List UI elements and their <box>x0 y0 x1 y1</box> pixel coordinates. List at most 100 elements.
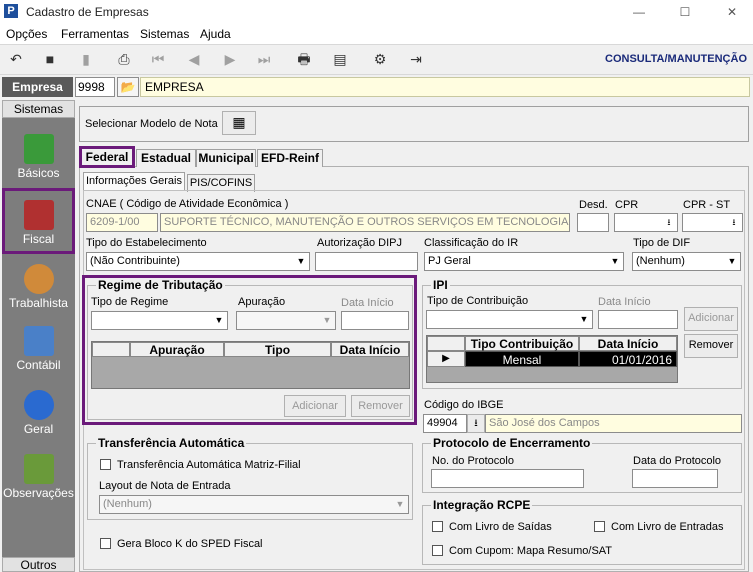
sidebar-item-label: Geral <box>23 422 54 436</box>
menu-sistemas[interactable]: Sistemas <box>140 27 189 41</box>
sidebar-footer[interactable]: Outros <box>2 557 75 572</box>
tipo-estabelecimento-select[interactable]: (Não Contribuinte) ▼ <box>86 252 310 271</box>
ibge-lookup-icon[interactable]: ⭳ <box>467 414 485 433</box>
sidebar-header[interactable]: Sistemas <box>2 100 75 118</box>
protocolo-num-field[interactable] <box>431 469 584 488</box>
cupom-label: Com Cupom: Mapa Resumo/SAT <box>449 545 613 557</box>
sidebar-item-label: Fiscal <box>22 232 55 246</box>
tab-estadual[interactable]: Estadual <box>136 149 196 167</box>
regime-data-inicio-field[interactable] <box>341 311 409 330</box>
tools-icon[interactable]: ⚙ <box>368 48 392 70</box>
preview-icon[interactable]: ⎙ <box>112 48 136 70</box>
tab-federal[interactable]: Federal <box>79 146 135 168</box>
ipi-grid-indicator-header <box>427 336 465 351</box>
bloco-k-checkbox[interactable] <box>100 538 111 549</box>
livro-saidas-label: Com Livro de Saídas <box>449 521 552 533</box>
sidebar-item-geral[interactable]: Geral <box>2 378 75 438</box>
sidebar-item-basicos[interactable]: Básicos <box>2 122 75 182</box>
chevron-down-icon[interactable]: ▼ <box>724 253 740 270</box>
protocolo-title: Protocolo de Encerramento <box>431 436 593 450</box>
fiscal-icon <box>23 200 54 230</box>
tab-efd-reinf[interactable]: EFD-Reinf <box>257 149 323 167</box>
cpr-st-dropdown-icon[interactable]: ⭳ <box>726 214 742 231</box>
first-record-icon[interactable]: ⏮ <box>146 48 170 70</box>
ipi-data-inicio-field[interactable] <box>598 310 678 329</box>
chevron-down-icon[interactable]: ▼ <box>293 253 309 270</box>
maximize-button[interactable]: ☐ <box>670 3 700 21</box>
menu-ajuda[interactable]: Ajuda <box>200 27 231 41</box>
save-icon[interactable]: ■ <box>38 48 62 70</box>
regime-remove-button[interactable]: Remover <box>351 395 410 417</box>
protocolo-data-field[interactable] <box>632 469 718 488</box>
tipo-dif-label: Tipo de DIF <box>633 237 691 249</box>
menu-ferramentas[interactable]: Ferramentas <box>61 27 129 41</box>
cnae-code-field[interactable]: 6209-1/00 <box>86 213 158 232</box>
sidebar-item-label: Básicos <box>17 166 60 180</box>
close-button[interactable]: ✕ <box>717 3 747 21</box>
cnae-label: CNAE ( Código de Atividade Econômica ) <box>86 198 289 210</box>
rcpe-title: Integração RCPE <box>431 498 533 512</box>
tab-municipal[interactable]: Municipal <box>196 149 256 167</box>
ipi-row-data[interactable]: 01/01/2016 <box>579 351 677 367</box>
sidebar-item-fiscal[interactable]: Fiscal <box>2 188 75 254</box>
last-record-icon[interactable]: ⏭ <box>252 48 276 70</box>
open-folder-icon[interactable]: 📂 <box>117 77 139 97</box>
ipi-row-tipo[interactable]: Mensal <box>465 351 579 367</box>
company-code-field[interactable]: 9998 <box>75 77 115 97</box>
ipi-add-button[interactable]: Adicionar <box>684 307 738 331</box>
layout-nota-select[interactable]: (Nenhum) ▼ <box>99 495 409 514</box>
report-icon[interactable]: ▤ <box>328 48 352 70</box>
menu-opcoes[interactable]: Opções <box>6 27 47 41</box>
document-icon[interactable]: ▮ <box>74 48 98 70</box>
apuracao-select[interactable]: ▼ <box>236 311 336 330</box>
next-record-icon[interactable]: ▶ <box>218 48 242 70</box>
tipo-contribuicao-select[interactable]: ▼ <box>426 310 593 329</box>
ipi-remove-button[interactable]: Remover <box>684 334 738 358</box>
window-title: Cadastro de Empresas <box>26 5 149 19</box>
subtab-informacoes-gerais[interactable]: Informações Gerais <box>83 172 185 190</box>
undo-icon[interactable]: ↶ <box>4 48 28 70</box>
chevron-down-icon[interactable]: ▼ <box>392 496 408 513</box>
ipi-col-data-inicio: Data Início <box>579 336 677 351</box>
tipo-dif-value: (Nenhum) <box>636 255 685 267</box>
cpr-st-field[interactable]: ⭳ <box>682 213 743 232</box>
chevron-down-icon[interactable]: ▼ <box>319 312 335 329</box>
cpr-dropdown-icon[interactable]: ⭳ <box>661 214 677 231</box>
tipo-dif-select[interactable]: (Nenhum) ▼ <box>632 252 741 271</box>
cpr-label: CPR <box>615 199 639 211</box>
livro-saidas-checkbox[interactable] <box>432 521 443 532</box>
regime-title: Regime de Tributação <box>96 278 225 292</box>
classificacao-ir-select[interactable]: PJ Geral ▼ <box>424 252 624 271</box>
sidebar-item-observacoes[interactable]: Observações <box>2 442 75 502</box>
protocolo-num-label: No. do Protocolo <box>432 455 514 467</box>
tipo-regime-select[interactable]: ▼ <box>91 311 228 330</box>
chevron-down-icon[interactable]: ▼ <box>211 312 227 329</box>
previous-record-icon[interactable]: ◀ <box>182 48 206 70</box>
select-model-button[interactable]: ▦ <box>222 111 256 135</box>
exit-icon[interactable]: ⇥ <box>404 48 428 70</box>
desd-field[interactable] <box>577 213 609 232</box>
livro-entradas-label: Com Livro de Entradas <box>611 521 724 533</box>
ibge-code-field[interactable]: 49904 <box>423 414 467 433</box>
livro-entradas-checkbox[interactable] <box>594 521 605 532</box>
sidebar-item-trabalhista[interactable]: Trabalhista <box>2 252 75 312</box>
tipo-regime-label: Tipo de Regime <box>91 296 169 308</box>
layout-nota-value: (Nenhum) <box>103 498 152 510</box>
autorizacao-dipj-label: Autorização DIPJ <box>317 237 402 249</box>
chevron-down-icon[interactable]: ▼ <box>607 253 623 270</box>
print-icon[interactable]: 🖶 <box>292 48 316 70</box>
cupom-checkbox[interactable] <box>432 545 443 556</box>
regime-col-apuracao: Apuração <box>130 342 224 357</box>
sidebar-item-contabil[interactable]: Contábil <box>2 314 75 374</box>
regime-add-button[interactable]: Adicionar <box>284 395 346 417</box>
minimize-button[interactable]: — <box>624 3 654 21</box>
app-logo-icon: P <box>4 4 18 18</box>
worker-icon <box>23 264 54 294</box>
chevron-down-icon[interactable]: ▼ <box>576 311 592 328</box>
row-indicator-icon: ▶ <box>427 351 465 367</box>
cpr-field[interactable]: ⭳ <box>614 213 678 232</box>
autorizacao-dipj-field[interactable] <box>315 252 418 271</box>
basicos-icon <box>23 134 54 164</box>
cpr-st-label: CPR - ST <box>683 199 731 211</box>
transferencia-checkbox[interactable] <box>100 459 111 470</box>
